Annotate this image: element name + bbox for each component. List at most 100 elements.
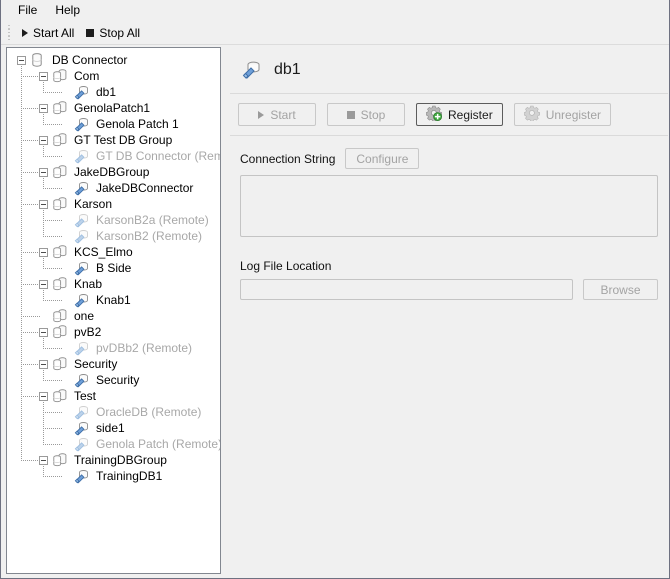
connection-string-input[interactable] — [240, 175, 658, 237]
tree-expander-icon[interactable] — [39, 72, 48, 81]
connector-icon — [73, 468, 91, 484]
tree-node-label: KarsonB2 (Remote) — [92, 228, 202, 244]
connector-icon — [73, 116, 91, 132]
connector-icon — [73, 180, 91, 196]
application-window: File Help Start All Stop All DB Connecto… — [0, 0, 670, 579]
tree-node[interactable]: TrainingDBGroup — [7, 452, 220, 468]
tree-expander-icon[interactable] — [39, 136, 48, 145]
tree-expander-icon[interactable] — [39, 392, 48, 401]
connection-string-row: Connection String Configure — [240, 148, 658, 169]
group-icon — [51, 244, 69, 260]
tree-expander-icon[interactable] — [39, 168, 48, 177]
tree-node-label: Test — [70, 388, 96, 404]
tree-node[interactable]: JakeDBGroup — [7, 164, 220, 180]
toolbar: Start All Stop All — [1, 21, 669, 45]
tree-node[interactable]: Knab1 — [7, 292, 220, 308]
tree-node[interactable]: Com — [7, 68, 220, 84]
group-icon — [51, 196, 69, 212]
log-file-input[interactable] — [240, 279, 573, 300]
connector-tree[interactable]: DB Connector Com db1 GenolaPatch1 Genola… — [7, 48, 220, 52]
tree-node[interactable]: JakeDBConnector — [7, 180, 220, 196]
register-button[interactable]: Register — [416, 103, 503, 126]
tree-node[interactable]: Test — [7, 388, 220, 404]
tree-node-label: GT Test DB Group — [70, 132, 172, 148]
tree-node-label: JakeDBGroup — [70, 164, 149, 180]
tree-expander-icon[interactable] — [39, 360, 48, 369]
tree-node-label: Security — [70, 356, 117, 372]
stop-button-label: Stop — [361, 108, 386, 122]
tree-expander-icon[interactable] — [17, 56, 26, 65]
connector-icon — [73, 292, 91, 308]
tree-node[interactable]: GT Test DB Group — [7, 132, 220, 148]
tree-node[interactable]: OracleDB (Remote) — [7, 404, 220, 420]
connector-icon — [241, 58, 263, 83]
tree-expander-icon[interactable] — [39, 456, 48, 465]
tree-expander-icon[interactable] — [39, 248, 48, 257]
tree-node-label: pvDBb2 (Remote) — [92, 340, 192, 356]
tree-node[interactable]: KarsonB2 (Remote) — [7, 228, 220, 244]
tree-node-label: Knab1 — [92, 292, 131, 308]
tree-node-label: OracleDB (Remote) — [92, 404, 201, 420]
tree-node[interactable]: Genola Patch (Remote) — [7, 436, 220, 452]
tree-node-label: Knab — [70, 276, 102, 292]
tree-node-label: pvB2 — [70, 324, 101, 340]
database-icon — [29, 52, 45, 68]
tree-node[interactable]: DB Connector — [7, 52, 220, 68]
start-button-label: Start — [270, 108, 295, 122]
tree-node[interactable]: db1 — [7, 84, 220, 100]
tree-expander-icon[interactable] — [39, 328, 48, 337]
connection-string-label: Connection String — [240, 152, 335, 166]
toolbar-grip-icon[interactable] — [5, 25, 13, 41]
register-button-label: Register — [448, 108, 493, 122]
connector-icon — [73, 228, 91, 244]
stop-button[interactable]: Stop — [327, 103, 405, 126]
tree-node[interactable]: Karson — [7, 196, 220, 212]
tree-node[interactable]: B Side — [7, 260, 220, 276]
tree-node[interactable]: pvB2 — [7, 324, 220, 340]
menu-file[interactable]: File — [9, 1, 46, 20]
menu-help[interactable]: Help — [46, 1, 89, 20]
connector-icon — [73, 340, 91, 356]
tree-node-label: B Side — [92, 260, 131, 276]
tree-node-label: TrainingDBGroup — [70, 452, 167, 468]
play-icon — [258, 111, 264, 119]
connector-icon — [73, 260, 91, 276]
detail-form: Connection String Configure Log File Loc… — [230, 136, 668, 300]
tree-node[interactable]: Security — [7, 372, 220, 388]
browse-button[interactable]: Browse — [583, 279, 658, 300]
connector-tree-panel[interactable]: DB Connector Com db1 GenolaPatch1 Genola… — [6, 47, 221, 574]
tree-node-label: DB Connector — [48, 52, 127, 68]
tree-node[interactable]: KarsonB2a (Remote) — [7, 212, 220, 228]
tree-expander-icon[interactable] — [39, 280, 48, 289]
unregister-button[interactable]: Unregister — [514, 103, 611, 126]
tree-node[interactable]: side1 — [7, 420, 220, 436]
start-all-button[interactable]: Start All — [16, 23, 80, 43]
detail-action-bar: Start Stop R — [230, 94, 668, 136]
tree-node[interactable]: GT DB Connector (Remote) — [7, 148, 220, 164]
stop-all-button[interactable]: Stop All — [80, 23, 146, 43]
tree-node[interactable]: pvDBb2 (Remote) — [7, 340, 220, 356]
group-icon — [51, 324, 69, 340]
unregister-button-label: Unregister — [546, 108, 601, 122]
tree-expander-icon[interactable] — [39, 200, 48, 209]
tree-node[interactable]: Security — [7, 356, 220, 372]
tree-node-label: Genola Patch (Remote) — [92, 436, 221, 452]
tree-node[interactable]: Knab — [7, 276, 220, 292]
start-button[interactable]: Start — [238, 103, 316, 126]
group-icon — [51, 308, 69, 324]
configure-button[interactable]: Configure — [345, 148, 419, 169]
tree-node[interactable]: TrainingDB1 — [7, 468, 220, 484]
tree-node[interactable]: Genola Patch 1 — [7, 116, 220, 132]
tree-node[interactable]: one — [7, 308, 220, 324]
log-file-row: Browse — [240, 279, 658, 300]
detail-header: db1 — [230, 47, 668, 94]
tree-node[interactable]: GenolaPatch1 — [7, 100, 220, 116]
tree-node-label: Karson — [70, 196, 112, 212]
tree-node[interactable]: KCS_Elmo — [7, 244, 220, 260]
tree-node-label: KCS_Elmo — [70, 244, 133, 260]
tree-expander-icon[interactable] — [39, 104, 48, 113]
connector-icon — [73, 436, 91, 452]
connector-icon — [73, 148, 91, 164]
tree-node-label: GenolaPatch1 — [70, 100, 150, 116]
gear-icon — [524, 105, 540, 124]
